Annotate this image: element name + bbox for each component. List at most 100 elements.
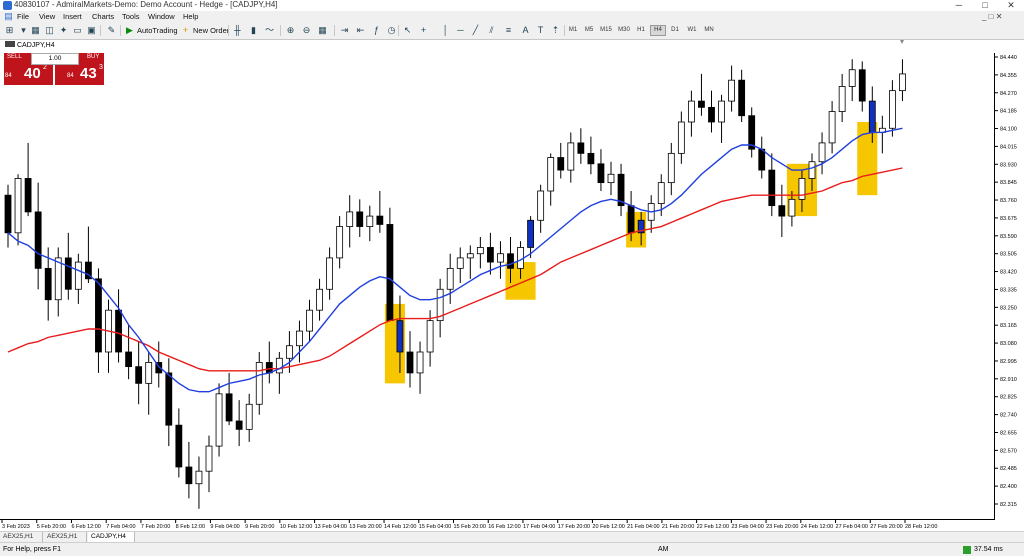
candle[interactable] (828, 111, 836, 144)
candle[interactable] (738, 79, 746, 117)
candle[interactable] (718, 100, 725, 123)
candle[interactable] (788, 198, 796, 217)
candle[interactable] (597, 163, 605, 184)
mdi-window-controls[interactable]: _ □ ✕ (982, 11, 1002, 22)
candle[interactable] (848, 69, 856, 87)
candle[interactable] (748, 115, 756, 150)
candle[interactable] (64, 257, 72, 290)
candle[interactable] (537, 190, 545, 221)
bar-chart-icon[interactable]: ╫ (232, 25, 243, 36)
menu-insert[interactable]: Insert (63, 11, 82, 22)
candle[interactable] (547, 157, 555, 192)
tab-cadjpy-h4[interactable]: CADJPY,H4 (88, 532, 135, 542)
menu-view[interactable]: View (39, 11, 55, 22)
candle[interactable] (899, 73, 906, 92)
candle[interactable] (95, 278, 102, 353)
candle[interactable] (125, 351, 132, 368)
candle[interactable] (587, 152, 595, 165)
candle[interactable] (476, 247, 484, 255)
candle[interactable] (54, 257, 62, 301)
timeframe-w1[interactable]: W1 (685, 25, 699, 36)
menu-tools[interactable]: Tools (122, 11, 140, 22)
candle[interactable] (778, 205, 786, 217)
new-order-button[interactable]: New Order (193, 25, 229, 36)
candle[interactable] (346, 211, 354, 227)
terminal-icon[interactable]: ▭ (72, 25, 83, 36)
autotrading-icon[interactable]: ▶ (124, 25, 135, 36)
candle[interactable] (195, 470, 203, 485)
candle[interactable] (466, 253, 474, 259)
candle[interactable] (115, 309, 122, 353)
candle[interactable] (145, 362, 153, 384)
candle[interactable] (215, 393, 223, 447)
timeframe-h1[interactable]: H1 (634, 25, 648, 36)
navigator-icon[interactable]: ✦ (58, 25, 69, 36)
candle[interactable] (356, 211, 364, 227)
zoom-in-icon[interactable]: ⊕ (285, 25, 296, 36)
menu-help[interactable]: Help (183, 11, 198, 22)
candle[interactable] (567, 142, 575, 171)
chart-shift-icon[interactable]: ⇤ (355, 25, 366, 36)
candle[interactable] (607, 173, 615, 184)
text-tool-icon[interactable]: A (520, 25, 531, 36)
candle[interactable] (296, 330, 303, 347)
zoom-out-icon[interactable]: ⊖ (301, 25, 312, 36)
candle[interactable] (416, 351, 424, 374)
candle[interactable] (255, 362, 263, 405)
maximize-button[interactable]: □ (972, 0, 998, 11)
candle[interactable] (285, 345, 293, 359)
crosshair-icon[interactable]: + (418, 25, 429, 36)
timeframe-m30[interactable]: M30 (617, 25, 631, 36)
trendline-icon[interactable]: ╱ (470, 25, 481, 36)
candle[interactable] (889, 90, 896, 129)
candle[interactable] (798, 178, 806, 200)
candle[interactable] (808, 161, 816, 179)
timeframe-mn[interactable]: MN (702, 25, 716, 36)
candle[interactable] (245, 403, 253, 430)
autotrading-button[interactable]: AutoTrading (137, 25, 178, 36)
candle[interactable] (456, 257, 464, 269)
data-window-icon[interactable]: ◫ (44, 25, 55, 36)
candle[interactable] (24, 178, 32, 213)
candle[interactable] (497, 253, 504, 263)
tab-aex25-h1-2[interactable]: AEX25,H1 (44, 532, 87, 542)
close-button[interactable]: ✕ (998, 0, 1024, 11)
candle[interactable] (426, 320, 434, 353)
candle[interactable] (34, 211, 42, 269)
candle[interactable] (205, 445, 213, 472)
timeframe-m1[interactable]: M1 (566, 25, 580, 36)
lot-size-input[interactable]: 1.00 (31, 53, 79, 65)
candle[interactable] (698, 100, 705, 108)
candle[interactable] (4, 194, 12, 234)
candle[interactable] (557, 157, 565, 171)
market-watch-icon[interactable]: ▦ (30, 25, 41, 36)
candle[interactable] (316, 288, 323, 311)
indicators-icon[interactable]: ƒ (371, 25, 382, 36)
tile-windows-icon[interactable]: ▦ (317, 25, 328, 36)
candle[interactable] (728, 79, 735, 102)
tab-aex25-h1[interactable]: AEX25,H1 (0, 532, 43, 542)
timeframe-h4[interactable]: H4 (650, 25, 666, 36)
candle[interactable] (306, 309, 313, 332)
candle[interactable] (376, 215, 384, 225)
new-order-icon[interactable]: + (180, 25, 191, 36)
candlestick-chart[interactable]: 84.440 84.355 84.270 84.185 84.100 84.015 83.9… (0, 39, 1024, 531)
candle[interactable] (135, 366, 143, 384)
timeframe-d1[interactable]: D1 (668, 25, 682, 36)
candle[interactable] (386, 224, 394, 322)
candle[interactable] (868, 100, 876, 133)
candle[interactable] (396, 320, 404, 353)
candle[interactable] (446, 267, 454, 290)
candle[interactable] (838, 86, 846, 112)
candle[interactable] (677, 121, 685, 154)
menu-file[interactable]: File (17, 11, 29, 22)
candle[interactable] (336, 226, 344, 259)
candlestick-icon[interactable]: ▮ (248, 25, 259, 36)
autoscroll-icon[interactable]: ⇥ (339, 25, 350, 36)
candle[interactable] (507, 253, 514, 269)
profiles-icon[interactable]: ▾ (18, 25, 29, 36)
channel-icon[interactable]: ⫽ (486, 25, 497, 36)
candle[interactable] (768, 169, 776, 207)
candle[interactable] (486, 247, 494, 263)
candle[interactable] (657, 182, 665, 204)
